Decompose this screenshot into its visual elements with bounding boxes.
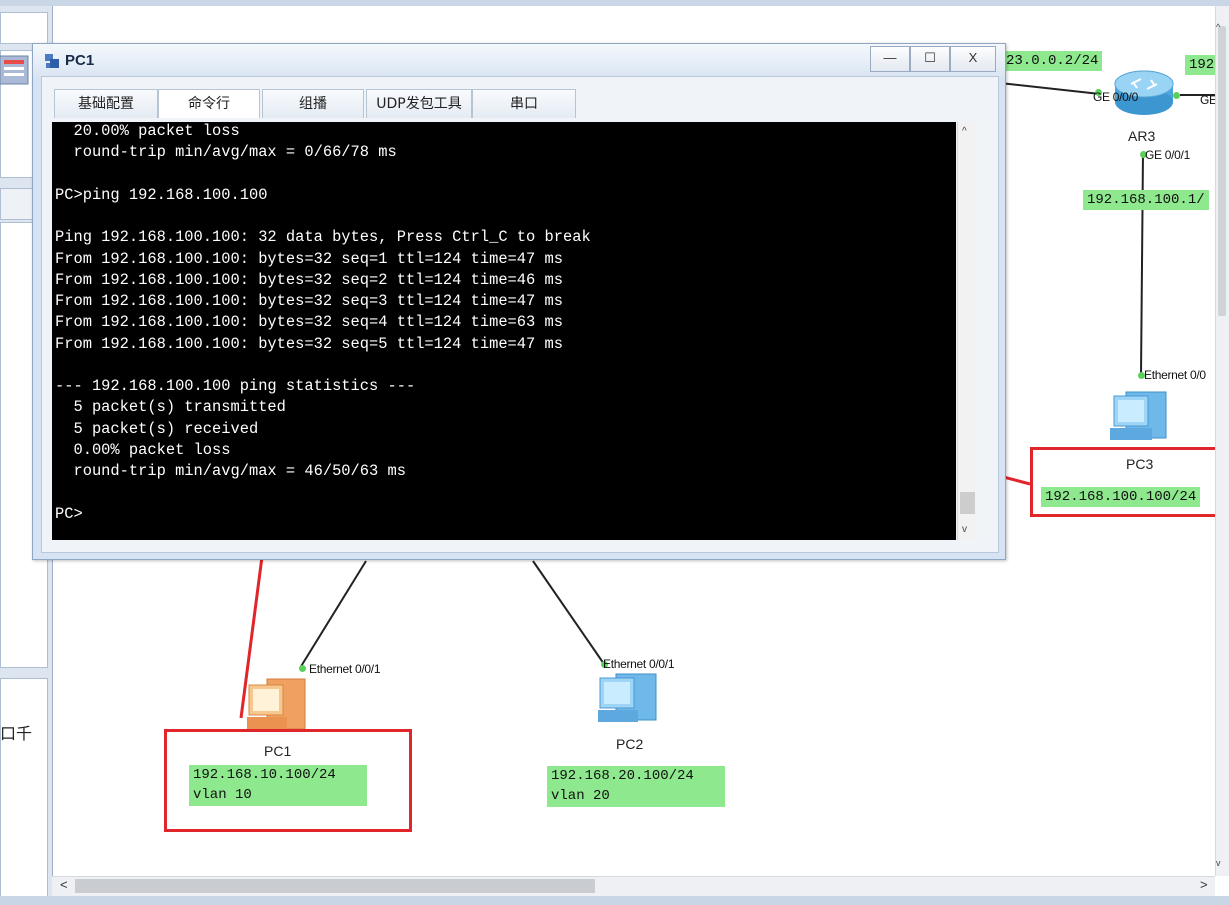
terminal-line: round-trip min/avg/max = 46/50/63 ms bbox=[55, 462, 406, 480]
link-ar3-left bbox=[999, 82, 1101, 95]
scroll-left-icon[interactable]: < bbox=[60, 877, 68, 892]
bottom-frame-strip bbox=[0, 896, 1229, 905]
label-pc2-ip: 192.168.20.100/24 bbox=[551, 768, 694, 784]
if-pc2-eth: Ethernet 0/0/1 bbox=[603, 657, 675, 671]
label-pc2[interactable]: 192.168.20.100/24 vlan 20 bbox=[547, 766, 725, 807]
link-switch-pc2 bbox=[532, 560, 605, 665]
tab-basic-config[interactable]: 基础配置 bbox=[54, 89, 158, 118]
tab-command-line[interactable]: 命令行 bbox=[158, 89, 260, 118]
scroll-down-icon[interactable]: v bbox=[1216, 858, 1221, 868]
terminal-line: 0.00% packet loss bbox=[55, 440, 231, 459]
terminal-line: From 192.168.100.100: bytes=32 seq=3 ttl… bbox=[55, 292, 563, 310]
terminal-line: 5 packet(s) transmitted bbox=[55, 398, 286, 417]
terminal-line: PC> bbox=[55, 504, 83, 523]
pc1-console-window[interactable]: PC1 — ☐ X 基础配置 命令行 组播 UDP发包工具 串口 20.00% … bbox=[32, 43, 1006, 560]
vertical-scroll-thumb[interactable] bbox=[1218, 26, 1226, 316]
pc2-name: PC2 bbox=[616, 736, 644, 752]
scroll-right-icon[interactable]: > bbox=[1200, 877, 1208, 892]
label-ar3-left-net[interactable]: 23.0.0.2/24 bbox=[1002, 51, 1103, 71]
terminal-line: round-trip min/avg/max = 0/66/78 ms bbox=[55, 143, 397, 162]
terminal-line: From 192.168.100.100: bytes=32 seq=4 ttl… bbox=[55, 313, 563, 332]
terminal-scroll-up-icon[interactable]: ^ bbox=[962, 126, 967, 137]
terminal-output[interactable]: 20.00% packet loss round-trip min/avg/ma… bbox=[52, 122, 956, 540]
pc-icon bbox=[1110, 391, 1167, 440]
link-ar3-pc3 bbox=[1140, 151, 1144, 377]
close-button[interactable]: X bbox=[950, 46, 996, 72]
label-ar3-down-net[interactable]: 192.168.100.1/ bbox=[1083, 190, 1209, 210]
pc-icon bbox=[598, 673, 657, 722]
terminal-line: From 192.168.100.100: bytes=32 seq=1 ttl… bbox=[55, 249, 563, 268]
terminal-line: From 192.168.100.100: bytes=32 seq=2 ttl… bbox=[55, 270, 563, 289]
highlight-box-pc1 bbox=[164, 729, 412, 832]
if-pc1-eth: Ethernet 0/0/1 bbox=[309, 662, 381, 676]
link-switch-pc1 bbox=[299, 560, 367, 669]
terminal-line: 20.00% packet loss bbox=[55, 122, 240, 140]
device-panel-icon bbox=[0, 55, 29, 85]
tab-serial[interactable]: 串口 bbox=[472, 89, 576, 118]
if-ar3-ge001: GE 0/0/1 bbox=[1145, 148, 1190, 162]
terminal-line: 5 packet(s) received bbox=[55, 419, 259, 438]
terminal-line: PC>ping 192.168.100.100 bbox=[55, 185, 268, 204]
if-ar3-ge000: GE 0/0/0 bbox=[1093, 90, 1138, 104]
pc-icon bbox=[247, 678, 306, 730]
pc2-device[interactable] bbox=[596, 670, 662, 735]
window-body: 基础配置 命令行 组播 UDP发包工具 串口 20.00% packet los… bbox=[41, 76, 999, 553]
maximize-button[interactable]: ☐ bbox=[910, 46, 950, 72]
terminal-scroll-down-icon[interactable]: v bbox=[962, 524, 967, 535]
pc3-device[interactable] bbox=[1108, 388, 1174, 453]
minimize-button[interactable]: — bbox=[870, 46, 910, 72]
terminal-line: Ping 192.168.100.100: 32 data bytes, Pre… bbox=[55, 228, 591, 247]
toolbar-app-icon[interactable] bbox=[0, 50, 30, 86]
port-dot bbox=[299, 665, 306, 672]
tab-udp-tool[interactable]: UDP发包工具 bbox=[366, 89, 472, 118]
tab-multicast[interactable]: 组播 bbox=[262, 89, 364, 118]
terminal-scrollbar[interactable] bbox=[957, 122, 978, 540]
pc-window-icon bbox=[45, 54, 59, 68]
horizontal-scroll-thumb[interactable] bbox=[75, 879, 595, 893]
highlight-box-pc3 bbox=[1030, 447, 1224, 517]
label-pc2-vlan: vlan 20 bbox=[551, 788, 610, 804]
terminal-scroll-thumb[interactable] bbox=[960, 492, 975, 514]
terminal-text: 20.00% packet loss round-trip min/avg/ma… bbox=[55, 122, 591, 525]
if-pc3-eth: Ethernet 0/0 bbox=[1144, 368, 1206, 382]
port-dot bbox=[1173, 92, 1180, 99]
label-ar3-right-net[interactable]: 192 bbox=[1185, 55, 1219, 75]
router-name: AR3 bbox=[1128, 128, 1156, 144]
scroll-up-icon[interactable]: ^ bbox=[1216, 22, 1220, 32]
window-title: PC1 bbox=[65, 52, 95, 69]
terminal-line: --- 192.168.100.100 ping statistics --- bbox=[55, 377, 416, 395]
window-titlebar[interactable]: PC1 — ☐ X bbox=[33, 44, 1005, 76]
terminal-line: From 192.168.100.100: bytes=32 seq=5 ttl… bbox=[55, 334, 563, 353]
